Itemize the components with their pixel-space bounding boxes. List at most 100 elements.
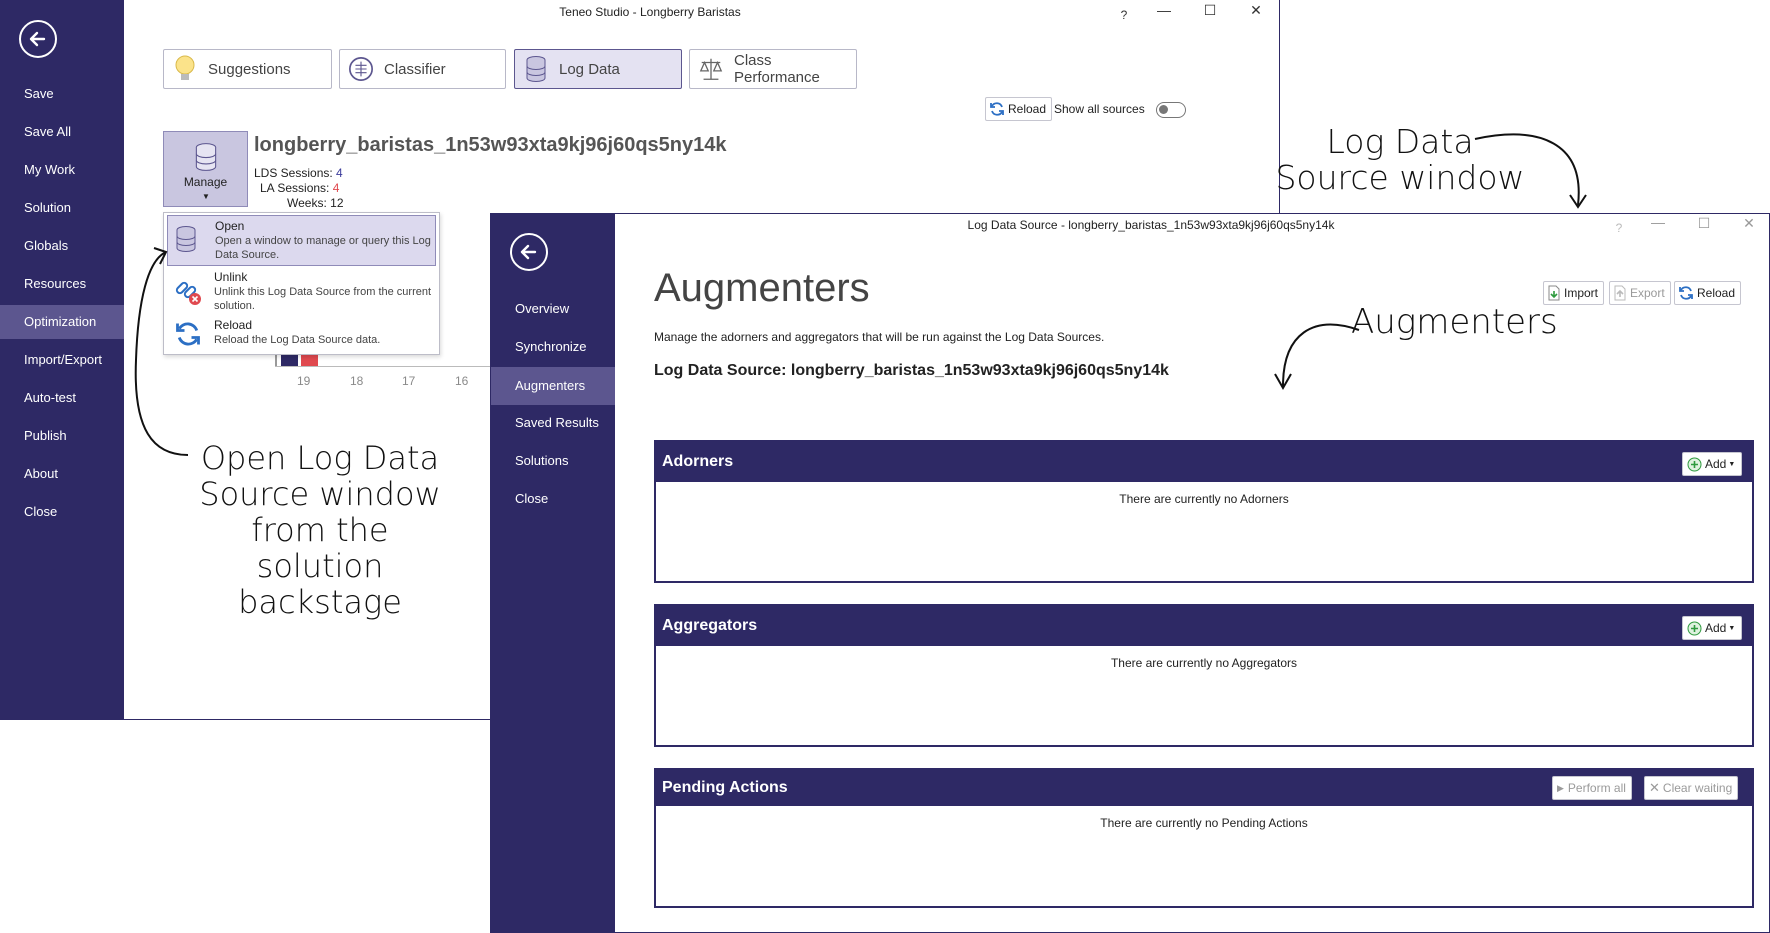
perform-all-button[interactable]: ▶ Perform all	[1552, 776, 1632, 800]
back-button[interactable]	[19, 20, 57, 58]
menu-item-title: Open	[215, 219, 245, 233]
manage-menu: Open Open a window to manage or query th…	[163, 212, 440, 355]
annotation-open-lds: Open Log Data Source window from the sol…	[199, 439, 441, 621]
sidebar-item-save[interactable]: Save	[0, 77, 124, 111]
help-button[interactable]: ?	[1114, 8, 1134, 22]
sidebar-item-saved-results[interactable]: Saved Results	[491, 406, 615, 440]
menu-item-unlink[interactable]: Unlink Unlink this Log Data Source from …	[167, 268, 436, 314]
sidebar-item-augmenters[interactable]: Augmenters	[491, 367, 615, 405]
sidebar-item-globals[interactable]: Globals	[0, 229, 124, 263]
chart-tick: 16	[455, 374, 469, 388]
window-title: Log Data Source - longberry_baristas_1n5…	[967, 218, 1335, 232]
sidebar-item-import-export[interactable]: Import/Export	[0, 343, 124, 377]
stat-la-sessions: LA Sessions: 4	[260, 181, 340, 195]
tab-label: Classifier	[384, 60, 446, 78]
tab-label: Class Performance	[734, 52, 820, 86]
menu-item-open[interactable]: Open Open a window to manage or query th…	[167, 215, 436, 266]
page-title: Augmenters	[654, 266, 870, 310]
annotation-arrow-right	[1474, 133, 1587, 209]
plus-circle-icon	[1687, 621, 1702, 635]
chart-tick: 19	[297, 374, 311, 388]
minimize-button[interactable]: —	[1154, 2, 1174, 18]
maximize-button[interactable]: ☐	[1200, 2, 1220, 19]
chevron-down-icon: ▼	[1728, 460, 1736, 468]
aggregators-section: Aggregators Add ▼ There are currently no…	[654, 604, 1754, 747]
window-title: Teneo Studio - Longberry Baristas	[559, 5, 741, 19]
sidebar-item-auto-test[interactable]: Auto-test	[0, 381, 124, 415]
empty-message: There are currently no Aggregators	[1110, 656, 1298, 670]
sidebar-item-overview[interactable]: Overview	[491, 292, 615, 326]
brain-icon	[348, 54, 374, 84]
chart-tick: 17	[402, 374, 416, 388]
export-button[interactable]: Export	[1609, 281, 1671, 305]
close-button[interactable]: ✕	[1739, 215, 1759, 232]
add-aggregator-button[interactable]: Add ▼	[1682, 616, 1742, 640]
data-source-name: longberry_baristas_1n53w93xta9kj96j60qs5…	[254, 134, 727, 156]
plus-circle-icon	[1687, 457, 1702, 471]
tab-classifier[interactable]: Classifier	[339, 49, 506, 89]
empty-message: There are currently no Pending Actions	[1100, 816, 1308, 830]
section-title: Aggregators	[656, 606, 1752, 646]
tab-class-performance[interactable]: Class Performance	[689, 49, 857, 89]
stat-lds-sessions: LDS Sessions: 4	[254, 166, 343, 180]
reload-label: Reload	[1008, 102, 1047, 116]
chart-tick: 18	[350, 374, 364, 388]
clear-icon: ✕	[1649, 780, 1660, 795]
back-button[interactable]	[510, 233, 548, 271]
log-data-source-window: Overview Synchronize Augmenters Saved Re…	[490, 213, 1770, 933]
reload-icon	[1679, 286, 1693, 300]
tab-suggestions[interactable]: Suggestions	[163, 49, 332, 89]
database-icon	[523, 54, 549, 84]
import-icon	[1548, 285, 1560, 301]
page-description: Manage the adorners and aggregators that…	[654, 330, 1105, 344]
manage-button[interactable]: Manage ▼	[163, 131, 248, 207]
show-all-sources-label: Show all sources	[1054, 102, 1145, 116]
backstage-sidebar: Save Save All My Work Solution Globals R…	[0, 0, 124, 720]
database-icon	[195, 143, 217, 171]
stat-weeks: Weeks: 12	[287, 196, 344, 210]
sidebar-item-resources[interactable]: Resources	[0, 267, 124, 301]
empty-message: There are currently no Adorners	[1119, 492, 1289, 506]
sidebar-item-close[interactable]: Close	[0, 495, 124, 529]
menu-item-desc: Reload the Log Data Source data.	[214, 334, 381, 346]
sidebar-item-synchronize[interactable]: Synchronize	[491, 330, 615, 364]
maximize-button[interactable]: ☐	[1694, 215, 1714, 232]
menu-item-title: Reload	[214, 318, 253, 332]
tab-label: Log Data	[559, 60, 620, 78]
sidebar-item-solutions[interactable]: Solutions	[491, 444, 615, 478]
arrow-left-icon	[29, 31, 46, 47]
tab-log-data[interactable]: Log Data	[514, 49, 682, 89]
help-button[interactable]: ?	[1609, 221, 1629, 235]
menu-item-reload[interactable]: Reload Reload the Log Data Source data.	[167, 316, 436, 352]
sidebar-item-save-all[interactable]: Save All	[0, 115, 124, 149]
close-button[interactable]: ✕	[1246, 2, 1266, 19]
clear-waiting-button[interactable]: ✕ Clear waiting	[1644, 776, 1739, 800]
play-icon: ▶	[1557, 782, 1564, 793]
tab-label: Suggestions	[208, 60, 291, 78]
manage-label: Manage	[183, 175, 228, 189]
minimize-button[interactable]: —	[1648, 214, 1668, 230]
chevron-down-icon: ▼	[1728, 624, 1736, 632]
adorners-section: Adorners Add ▼ There are currently no Ad…	[654, 440, 1754, 583]
pending-actions-section: Pending Actions ▶ Perform all ✕ Clear wa…	[654, 768, 1754, 908]
source-line: Log Data Source: longberry_baristas_1n53…	[654, 362, 1169, 379]
sidebar-item-optimization[interactable]: Optimization	[0, 305, 124, 339]
menu-item-desc: Unlink this Log Data Source from the cur…	[214, 286, 432, 312]
annotation-arrow-augmenters	[1274, 323, 1360, 391]
sidebar-item-solution[interactable]: Solution	[0, 191, 124, 225]
reload-icon	[990, 102, 1004, 116]
arrow-left-icon	[520, 244, 537, 260]
reload-button[interactable]: Reload	[1674, 281, 1742, 305]
annotation-arrow-left	[134, 247, 189, 456]
sidebar-item-close[interactable]: Close	[491, 482, 615, 516]
sidebar-item-publish[interactable]: Publish	[0, 419, 124, 453]
show-all-sources-toggle[interactable]	[1156, 102, 1186, 118]
section-title: Adorners	[656, 442, 1752, 482]
sidebar-item-my-work[interactable]: My Work	[0, 153, 124, 187]
chevron-down-icon: ▼	[202, 192, 210, 201]
menu-item-title: Unlink	[214, 270, 248, 284]
reload-button[interactable]: Reload	[985, 97, 1053, 121]
sidebar-item-about[interactable]: About	[0, 457, 124, 491]
add-adorner-button[interactable]: Add ▼	[1682, 452, 1742, 476]
export-icon	[1614, 285, 1626, 301]
